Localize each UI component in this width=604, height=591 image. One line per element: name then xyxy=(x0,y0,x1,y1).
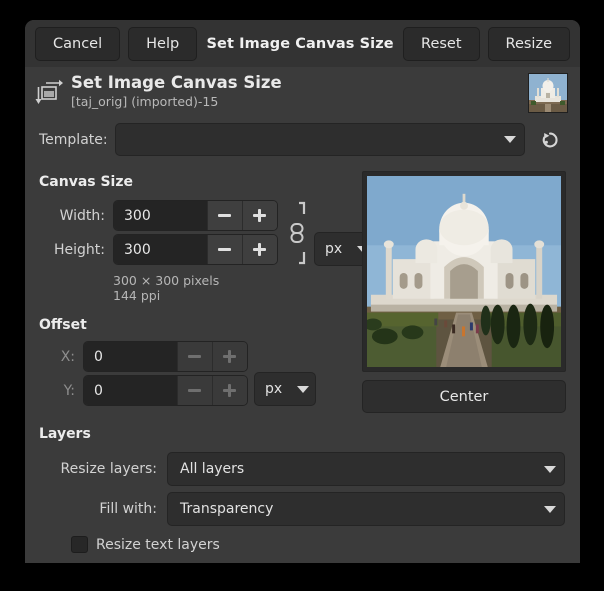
offset-y-decrement-button[interactable] xyxy=(177,376,212,405)
reset-icon xyxy=(539,129,561,151)
plus-icon xyxy=(253,209,266,222)
template-reset-button[interactable] xyxy=(537,127,563,153)
set-image-canvas-size-dialog: Cancel Help Set Image Canvas Size Reset … xyxy=(25,20,580,563)
dialog-titlebar: Cancel Help Set Image Canvas Size Reset … xyxy=(25,20,580,67)
height-input[interactable]: 300 xyxy=(114,235,207,264)
minus-icon xyxy=(218,214,231,217)
offset-x-input[interactable]: 0 xyxy=(84,342,177,371)
image-thumbnail xyxy=(528,73,568,113)
fill-with-row: Fill with: Transparency xyxy=(39,492,566,526)
offset-y-spinbutton[interactable]: 0 xyxy=(83,375,248,406)
width-spinbutton[interactable]: 300 xyxy=(113,200,278,231)
height-spinbutton[interactable]: 300 xyxy=(113,234,278,265)
offset-x-label: X: xyxy=(39,349,83,365)
canvas-preview-area: Center xyxy=(362,171,566,413)
taj-mahal-preview xyxy=(367,176,561,367)
offset-unit-combo[interactable]: px xyxy=(254,372,316,406)
offset-x-decrement-button[interactable] xyxy=(177,342,212,371)
minus-icon xyxy=(188,389,201,392)
image-header-subtitle: [taj_orig] (imported)-15 xyxy=(71,94,282,110)
resize-text-layers-label: Resize text layers xyxy=(96,537,220,553)
template-row: Template: xyxy=(39,123,566,156)
plus-icon xyxy=(223,384,236,397)
cancel-button[interactable]: Cancel xyxy=(35,27,120,61)
template-combo[interactable] xyxy=(115,123,525,156)
chevron-down-icon xyxy=(544,466,556,473)
height-label: Height: xyxy=(39,242,113,258)
dialog-title: Set Image Canvas Size xyxy=(197,36,403,52)
offset-y-increment-button[interactable] xyxy=(212,376,247,405)
reset-button[interactable]: Reset xyxy=(403,27,480,61)
chevron-down-icon xyxy=(544,506,556,513)
height-increment-button[interactable] xyxy=(242,235,277,264)
plus-icon xyxy=(223,350,236,363)
width-label: Width: xyxy=(39,208,113,224)
help-button[interactable]: Help xyxy=(128,27,197,61)
offset-x-row: X: 0 xyxy=(39,341,248,372)
resize-layers-value: All layers xyxy=(180,461,244,477)
fill-with-value: Transparency xyxy=(180,501,273,517)
plus-icon xyxy=(253,243,266,256)
minus-icon xyxy=(218,248,231,251)
offset-x-spinbutton[interactable]: 0 xyxy=(83,341,248,372)
resize-text-layers-row[interactable]: Resize text layers xyxy=(71,536,566,553)
offset-unit-value: px xyxy=(265,381,282,397)
canvas-resize-icon xyxy=(35,77,65,107)
resize-layers-label: Resize layers: xyxy=(39,461,167,477)
chevron-down-icon xyxy=(504,136,516,143)
width-row: Width: 300 xyxy=(39,200,278,231)
titlebar-action-group: Reset Resize xyxy=(403,27,570,61)
fill-with-label: Fill with: xyxy=(39,501,167,517)
dialog-body: Template: Canvas Size Width: xyxy=(25,123,580,553)
height-decrement-button[interactable] xyxy=(207,235,242,264)
fill-with-combo[interactable]: Transparency xyxy=(167,492,565,526)
taj-mahal-thumbnail-graphic xyxy=(529,74,567,112)
minus-icon xyxy=(188,355,201,358)
resize-button[interactable]: Resize xyxy=(488,27,570,61)
resize-text-layers-checkbox[interactable] xyxy=(71,536,88,553)
offset-y-label: Y: xyxy=(39,383,83,399)
offset-y-row: Y: 0 xyxy=(39,375,248,406)
width-decrement-button[interactable] xyxy=(207,201,242,230)
width-increment-button[interactable] xyxy=(242,201,277,230)
canvas-size-unit-value: px xyxy=(325,241,342,257)
layers-heading: Layers xyxy=(39,426,566,442)
template-label: Template: xyxy=(39,132,115,148)
offset-fields: X: 0 Y: 0 xyxy=(39,341,248,406)
width-input[interactable]: 300 xyxy=(114,201,207,230)
chain-linked-icon[interactable] xyxy=(286,200,308,266)
image-header-text: Set Image Canvas Size [taj_orig] (import… xyxy=(71,73,282,110)
offset-x-increment-button[interactable] xyxy=(212,342,247,371)
offset-y-input[interactable]: 0 xyxy=(84,376,177,405)
image-header: Set Image Canvas Size [taj_orig] (import… xyxy=(25,67,580,115)
chevron-down-icon xyxy=(297,386,309,393)
height-row: Height: 300 xyxy=(39,234,278,265)
resize-layers-combo[interactable]: All layers xyxy=(167,452,565,486)
canvas-preview-box[interactable] xyxy=(362,171,566,372)
canvas-size-fields: Width: 300 Height: 300 xyxy=(39,200,278,265)
center-button[interactable]: Center xyxy=(362,380,566,413)
resize-layers-row: Resize layers: All layers xyxy=(39,452,566,486)
image-header-title: Set Image Canvas Size xyxy=(71,73,282,93)
